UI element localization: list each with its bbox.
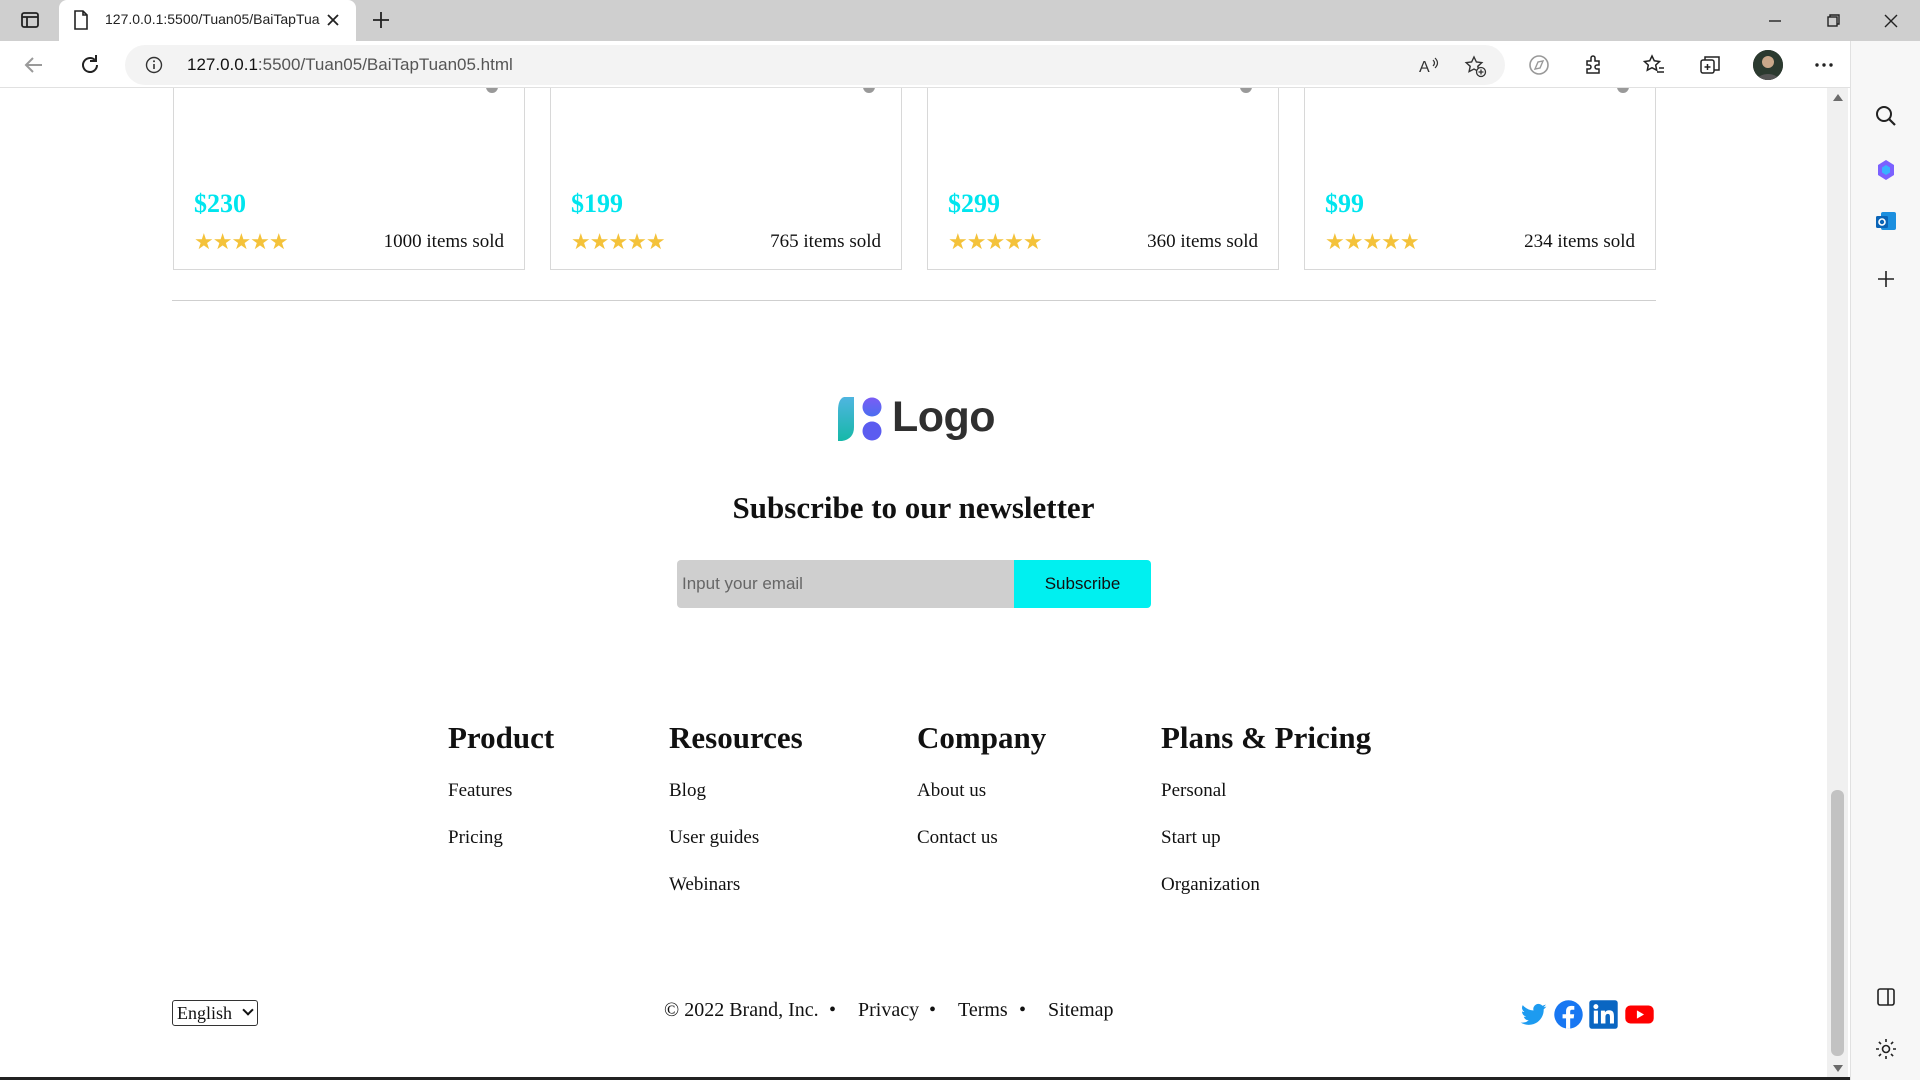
product-card[interactable]: $199 ★★★★★ 765 items sold bbox=[550, 88, 902, 270]
brand-logo[interactable]: Logo bbox=[836, 393, 996, 443]
product-card[interactable]: $99 ★★★★★ 234 items sold bbox=[1304, 88, 1656, 270]
footer-link-personal[interactable]: Personal bbox=[1161, 780, 1226, 802]
product-price: $230 bbox=[194, 189, 246, 218]
favorite-icon[interactable] bbox=[486, 88, 498, 93]
items-sold: 234 items sold bbox=[1524, 231, 1635, 252]
product-card[interactable]: $230 ★★★★★ 1000 items sold bbox=[173, 88, 525, 270]
favorite-icon[interactable] bbox=[1240, 88, 1252, 93]
facebook-icon[interactable] bbox=[1553, 999, 1584, 1030]
product-price: $199 bbox=[571, 189, 623, 218]
close-tab-icon[interactable] bbox=[324, 11, 342, 29]
restore-icon[interactable] bbox=[1820, 8, 1846, 34]
split-screen-icon[interactable] bbox=[1873, 984, 1899, 1010]
site-info-icon[interactable] bbox=[145, 56, 163, 74]
footer-link-pricing[interactable]: Pricing bbox=[448, 827, 503, 849]
tab-actions-icon[interactable] bbox=[20, 10, 40, 30]
footer-column-title: Company bbox=[917, 720, 1047, 755]
privacy-link[interactable]: Privacy bbox=[858, 999, 919, 1022]
language-value: English bbox=[177, 1003, 233, 1023]
outlook-icon[interactable] bbox=[1873, 208, 1899, 234]
rating-stars-icon: ★★★★★ bbox=[194, 229, 289, 254]
settings-gear-icon[interactable] bbox=[1873, 1036, 1899, 1062]
address-bar[interactable]: 127.0.0.1:5500/Tuan05/BaiTapTuan05.html … bbox=[125, 45, 1505, 85]
url-path: :5500/Tuan05/BaiTapTuan05.html bbox=[257, 55, 513, 74]
items-sold: 765 items sold bbox=[770, 231, 881, 252]
url-text[interactable]: 127.0.0.1:5500/Tuan05/BaiTapTuan05.html bbox=[187, 55, 513, 75]
collections-icon[interactable] bbox=[1697, 52, 1723, 78]
footer-column-company: Company About us Contact us bbox=[917, 720, 1047, 848]
footer-link-start-up[interactable]: Start up bbox=[1161, 827, 1221, 849]
footer-link-blog[interactable]: Blog bbox=[669, 780, 706, 802]
page-viewport: $230 ★★★★★ 1000 items sold $199 ★★★★★ 76… bbox=[0, 88, 1827, 1077]
chevron-down-icon bbox=[242, 1004, 254, 1016]
newsletter-title: Subscribe to our newsletter bbox=[732, 490, 1095, 525]
favorite-icon[interactable] bbox=[863, 88, 875, 93]
svg-text:A: A bbox=[1419, 59, 1430, 76]
page-icon bbox=[74, 10, 88, 30]
footer-link-contact-us[interactable]: Contact us bbox=[917, 827, 998, 849]
footer-column-title: Resources bbox=[669, 720, 803, 755]
profile-picture-icon bbox=[1753, 50, 1783, 80]
tracking-prevention-icon[interactable] bbox=[1526, 52, 1552, 78]
browser-tab[interactable]: 127.0.0.1:5500/Tuan05/BaiTapTuan05.html bbox=[59, 0, 356, 41]
product-price: $99 bbox=[1325, 189, 1364, 218]
subscribe-button[interactable]: Subscribe bbox=[1014, 560, 1151, 608]
extensions-icon[interactable] bbox=[1581, 52, 1607, 78]
twitter-icon[interactable] bbox=[1518, 999, 1549, 1030]
add-icon[interactable] bbox=[1873, 266, 1899, 292]
read-aloud-icon[interactable]: A bbox=[1417, 54, 1441, 78]
terms-link[interactable]: Terms bbox=[958, 999, 1008, 1022]
footer-column-product: Product Features Pricing bbox=[448, 720, 555, 848]
separator-bullet: • bbox=[929, 999, 937, 1021]
rating-stars-icon: ★★★★★ bbox=[1325, 229, 1420, 254]
rating-stars-icon: ★★★★★ bbox=[948, 229, 1043, 254]
sitemap-link[interactable]: Sitemap bbox=[1048, 999, 1114, 1022]
copyright-text: © 2022 Brand, Inc. bbox=[664, 999, 819, 1021]
product-price: $299 bbox=[948, 189, 1000, 218]
refresh-icon[interactable] bbox=[76, 51, 104, 79]
footer-link-organization[interactable]: Organization bbox=[1161, 874, 1260, 896]
search-icon[interactable] bbox=[1873, 103, 1899, 129]
vertical-scrollbar[interactable] bbox=[1827, 88, 1848, 1078]
add-favorite-icon[interactable] bbox=[1463, 54, 1487, 78]
items-sold: 360 items sold bbox=[1147, 231, 1258, 252]
separator-bullet: • bbox=[1019, 999, 1027, 1021]
close-window-icon[interactable] bbox=[1878, 8, 1904, 34]
footer-column-plans-pricing: Plans & Pricing Personal Start up Organi… bbox=[1161, 720, 1372, 895]
items-sold: 1000 items sold bbox=[383, 231, 504, 252]
product-card[interactable]: $299 ★★★★★ 360 items sold bbox=[927, 88, 1279, 270]
favorites-icon[interactable] bbox=[1641, 52, 1667, 78]
new-tab-icon[interactable] bbox=[370, 9, 392, 31]
footer-link-features[interactable]: Features bbox=[448, 780, 512, 802]
favorite-icon[interactable] bbox=[1617, 88, 1629, 93]
back-icon[interactable] bbox=[20, 51, 48, 79]
scroll-down-arrow-icon[interactable] bbox=[1833, 1065, 1843, 1072]
footer-link-webinars[interactable]: Webinars bbox=[669, 874, 740, 896]
section-divider bbox=[172, 300, 1656, 301]
edge-sidebar bbox=[1850, 41, 1920, 1080]
email-input[interactable] bbox=[677, 560, 1014, 608]
tab-title: 127.0.0.1:5500/Tuan05/BaiTapTuan05.html bbox=[105, 11, 320, 27]
url-host: 127.0.0.1 bbox=[187, 55, 258, 74]
logo-mark-icon bbox=[838, 397, 882, 441]
footer-link-user-guides[interactable]: User guides bbox=[669, 827, 759, 849]
footer-link-about-us[interactable]: About us bbox=[917, 780, 986, 802]
footer-column-title: Plans & Pricing bbox=[1161, 720, 1372, 755]
profile-avatar[interactable] bbox=[1753, 50, 1783, 80]
logo-text: Logo bbox=[892, 393, 996, 441]
linkedin-icon[interactable] bbox=[1588, 999, 1619, 1030]
footer-column-resources: Resources Blog User guides Webinars bbox=[669, 720, 803, 895]
browser-toolbar: 127.0.0.1:5500/Tuan05/BaiTapTuan05.html … bbox=[0, 41, 1920, 88]
footer-column-title: Product bbox=[448, 720, 555, 755]
language-select[interactable]: English bbox=[172, 1000, 258, 1026]
separator-bullet: • bbox=[829, 999, 837, 1021]
minimize-icon[interactable] bbox=[1762, 8, 1788, 34]
more-options-icon[interactable] bbox=[1811, 52, 1837, 78]
rating-stars-icon: ★★★★★ bbox=[571, 229, 666, 254]
youtube-icon[interactable] bbox=[1624, 999, 1655, 1030]
copilot-icon[interactable] bbox=[1873, 157, 1899, 183]
tab-strip: 127.0.0.1:5500/Tuan05/BaiTapTuan05.html bbox=[0, 0, 1920, 41]
scrollbar-thumb[interactable] bbox=[1831, 790, 1844, 1056]
scroll-up-arrow-icon[interactable] bbox=[1833, 94, 1843, 101]
